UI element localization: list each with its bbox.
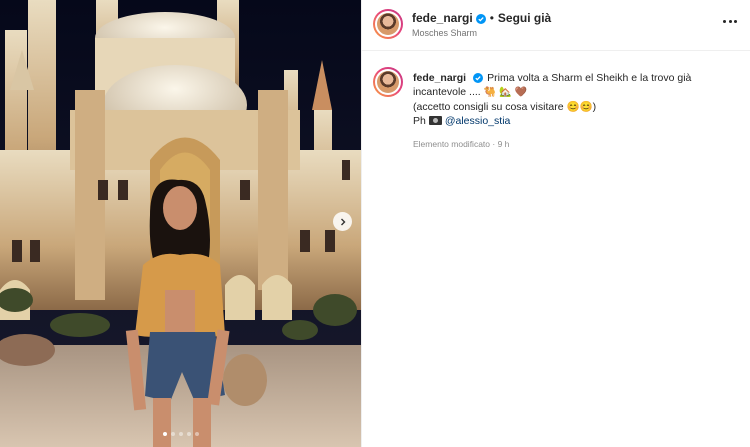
post-details-pane: fede_nargi • Segui già Mosches Sharm fede_…: [361, 0, 750, 447]
caption-line-2: (accetto consigli su cosa visitare 😊😊): [413, 101, 597, 113]
post-location[interactable]: Mosches Sharm: [412, 28, 477, 38]
carousel-dot: [186, 432, 191, 436]
more-horizontal-icon[interactable]: [723, 20, 737, 23]
photo-credit-prefix: Ph: [413, 115, 426, 127]
instagram-post: fede_nargi • Segui già Mosches Sharm fede_…: [0, 0, 750, 447]
header-title-line: fede_nargi • Segui già: [412, 11, 551, 25]
following-button[interactable]: Segui già: [498, 11, 551, 25]
post-photo[interactable]: [0, 0, 361, 447]
carousel-dot: [170, 432, 175, 436]
mosque-night-photo: [0, 0, 361, 447]
author-username[interactable]: fede_nargi: [412, 11, 473, 25]
author-avatar[interactable]: [373, 9, 403, 39]
carousel-dots: [0, 432, 361, 436]
caption-text: fede_nargi Prima volta a Sharm el Sheikh …: [413, 71, 713, 128]
caption-author-username[interactable]: fede_nargi: [413, 72, 466, 84]
carousel-dot: [194, 432, 199, 436]
post-header: fede_nargi • Segui già Mosches Sharm: [362, 0, 750, 51]
carousel-dot: [162, 432, 167, 436]
caption-emojis: 🐫 🏡 🤎: [483, 87, 528, 98]
chevron-right-icon: [340, 218, 345, 225]
header-separator: •: [489, 11, 494, 25]
verified-badge-icon: [473, 73, 484, 83]
caption-author-avatar[interactable]: [373, 67, 403, 97]
caption-edited-timestamp: Elemento modificato · 9 h: [413, 139, 510, 149]
camera-icon: [428, 116, 442, 125]
carousel-dot: [178, 432, 183, 436]
avatar-image: [377, 13, 399, 35]
verified-badge-icon: [475, 14, 486, 24]
photographer-mention-link[interactable]: @alessio_stia: [445, 115, 511, 127]
carousel-next-button[interactable]: [333, 212, 352, 231]
avatar-image: [377, 71, 399, 93]
